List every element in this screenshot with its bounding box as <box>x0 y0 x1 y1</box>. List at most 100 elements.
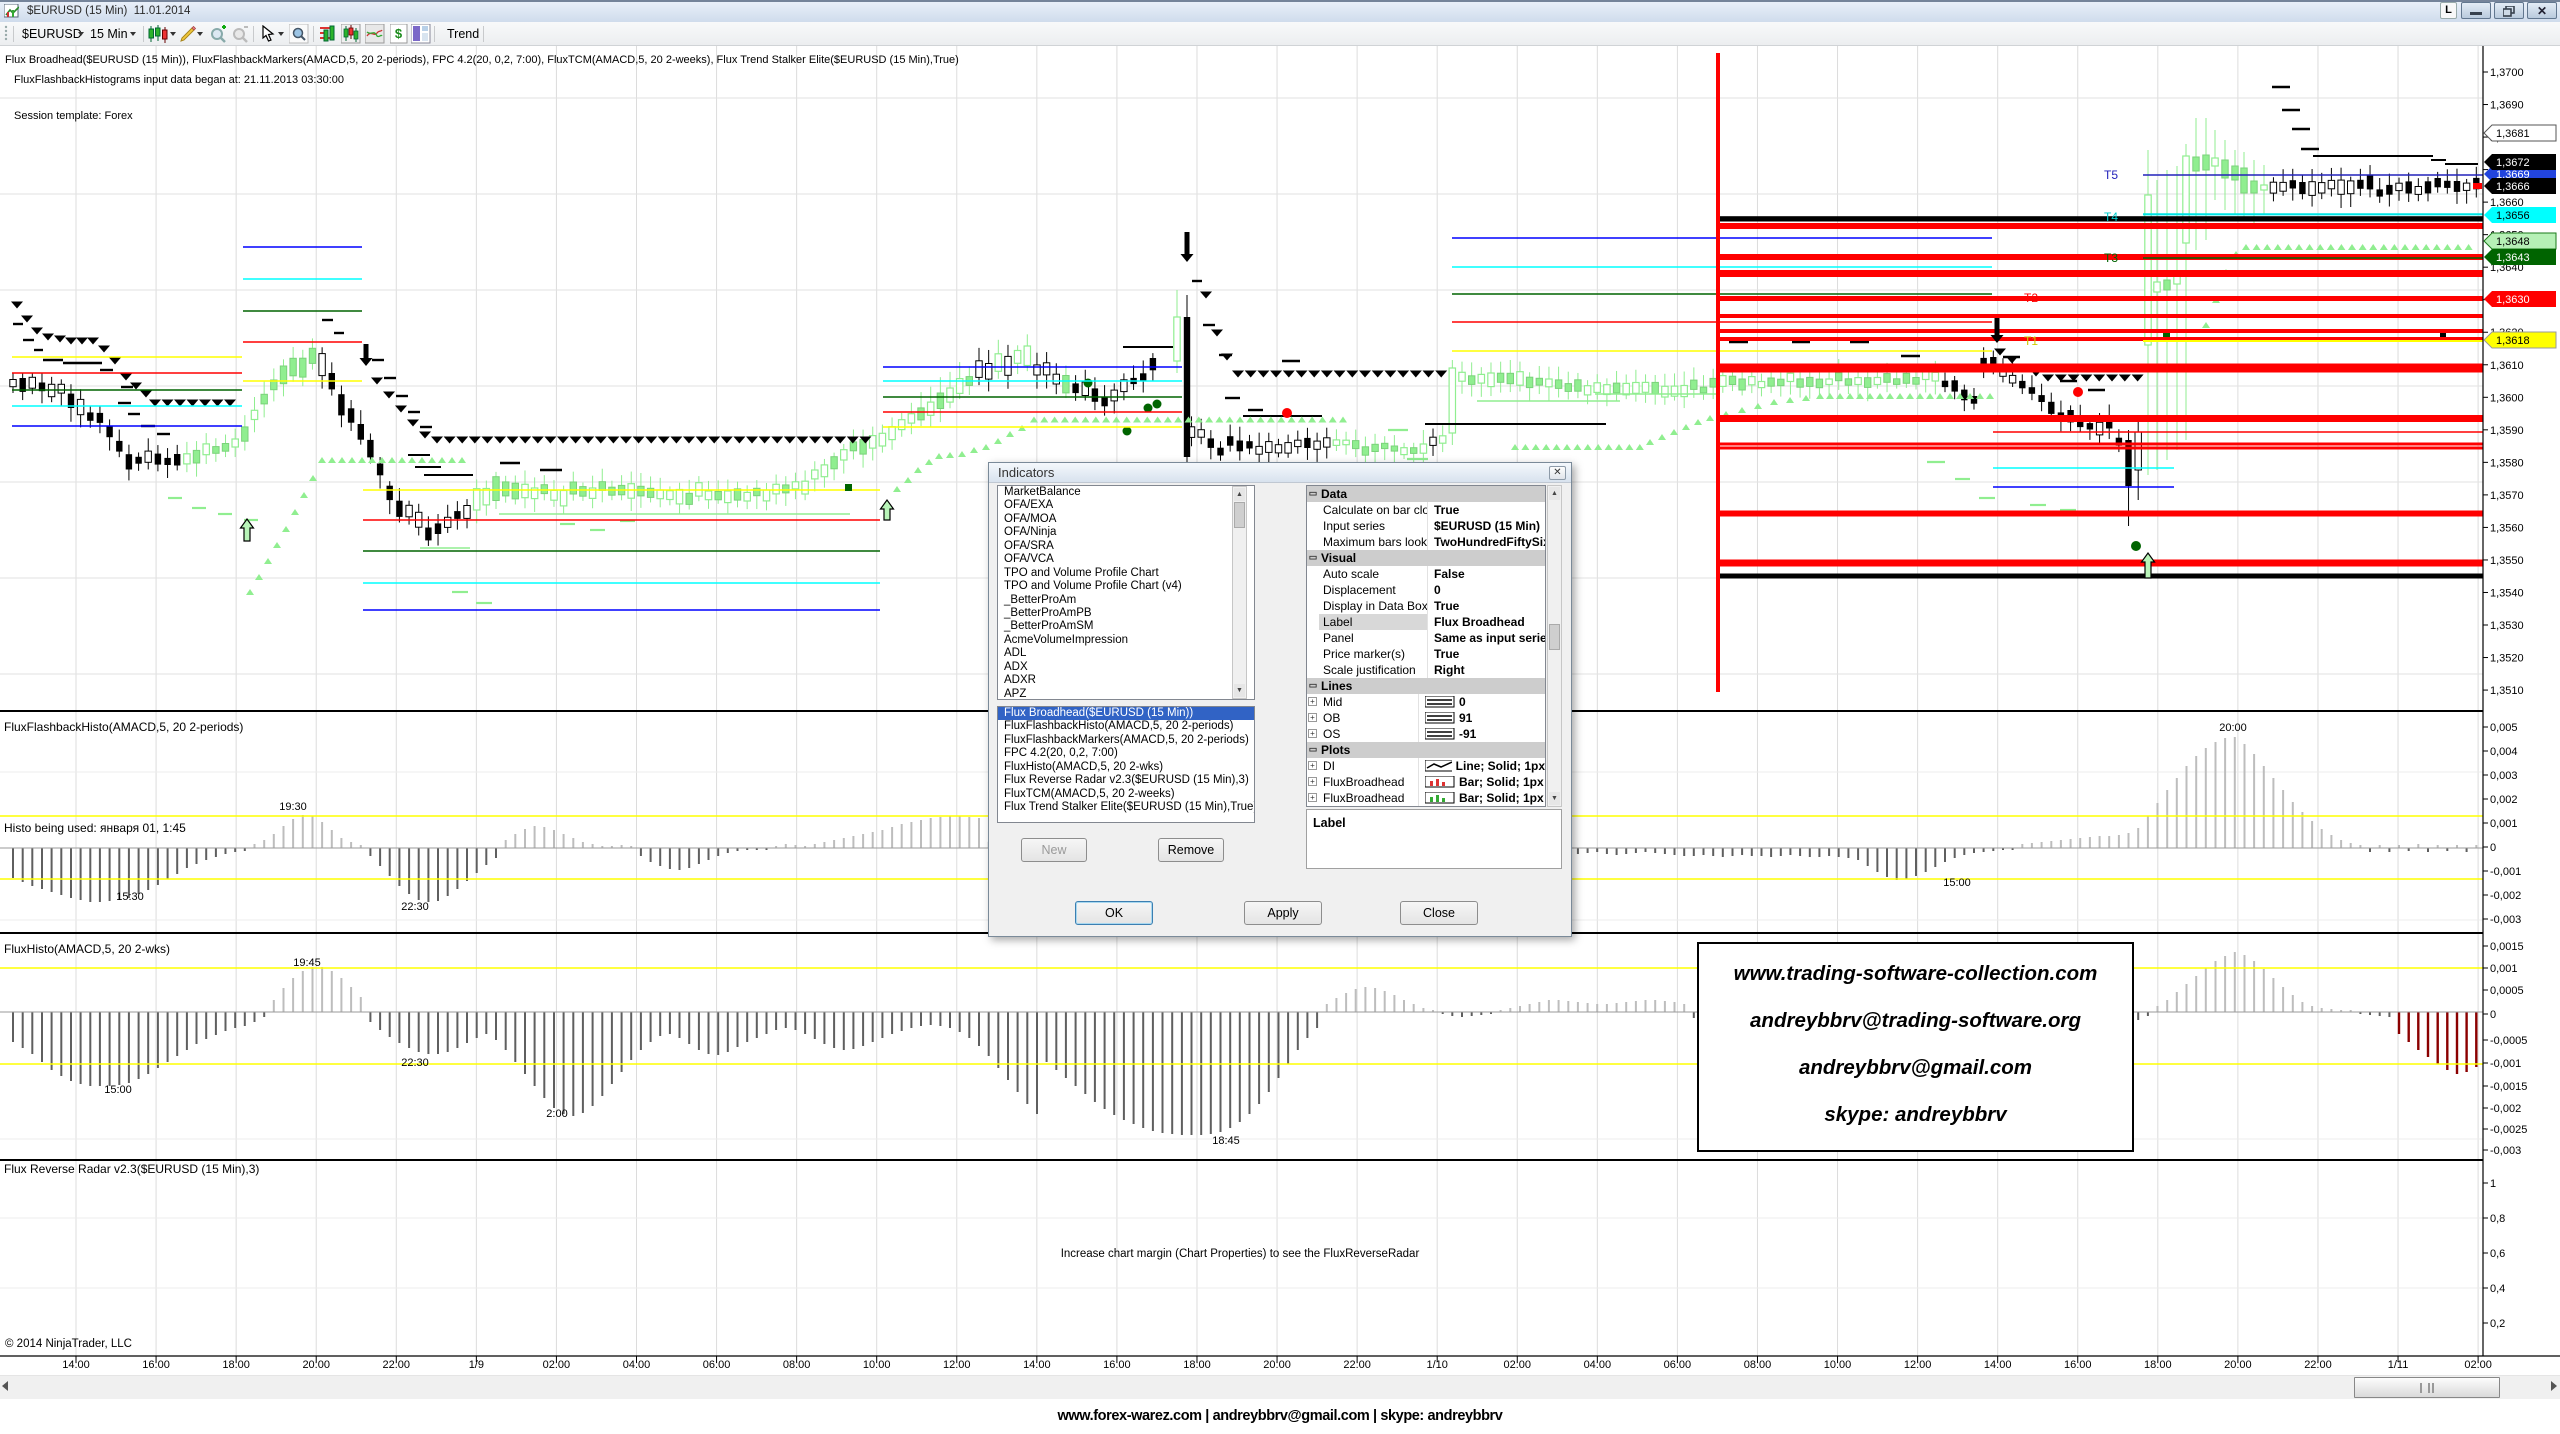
svg-text:10:00: 10:00 <box>863 1359 891 1371</box>
svg-text:-0,002: -0,002 <box>2490 890 2521 902</box>
svg-text:18:45: 18:45 <box>1212 1135 1240 1147</box>
svg-text:08:00: 08:00 <box>1744 1359 1772 1371</box>
svg-text:Flux Broadhead($EURUSD (15 Min: Flux Broadhead($EURUSD (15 Min)), FluxFl… <box>5 54 959 66</box>
svg-text:02:00: 02:00 <box>543 1359 571 1371</box>
svg-text:T4: T4 <box>2104 210 2118 224</box>
svg-text:1,3666: 1,3666 <box>2496 181 2530 193</box>
svg-text:2:00: 2:00 <box>546 1108 567 1120</box>
svg-text:1/10: 1/10 <box>1426 1359 1447 1371</box>
svg-text:1,3570: 1,3570 <box>2490 490 2524 502</box>
svg-text:T2: T2 <box>2024 291 2038 305</box>
svg-text:18:00: 18:00 <box>2144 1359 2172 1371</box>
svg-text:FluxFlashbackHistograms input: FluxFlashbackHistograms input data began… <box>14 74 344 86</box>
svg-text:1,3630: 1,3630 <box>2496 294 2530 306</box>
svg-text:1,3648: 1,3648 <box>2496 236 2530 248</box>
svg-text:18:00: 18:00 <box>1183 1359 1211 1371</box>
svg-text:1,3700: 1,3700 <box>2490 67 2524 79</box>
svg-text:T5: T5 <box>2104 168 2118 182</box>
svg-text:1/9: 1/9 <box>469 1359 484 1371</box>
svg-text:16:00: 16:00 <box>2064 1359 2092 1371</box>
svg-text:02:00: 02:00 <box>1503 1359 1531 1371</box>
svg-text:20:00: 20:00 <box>302 1359 330 1371</box>
svg-text:06:00: 06:00 <box>703 1359 731 1371</box>
svg-text:0: 0 <box>2490 842 2496 854</box>
svg-text:-0,001: -0,001 <box>2490 866 2521 878</box>
svg-text:19:45: 19:45 <box>293 957 321 969</box>
svg-text:1,3656: 1,3656 <box>2496 210 2530 222</box>
svg-text:06:00: 06:00 <box>1664 1359 1692 1371</box>
svg-text:04:00: 04:00 <box>1584 1359 1612 1371</box>
svg-text:1,3600: 1,3600 <box>2490 392 2524 404</box>
svg-text:FluxHisto(AMACD,5, 20 2-wks): FluxHisto(AMACD,5, 20 2-wks) <box>4 942 170 956</box>
svg-text:0,0015: 0,0015 <box>2490 941 2524 953</box>
svg-text:16:00: 16:00 <box>1103 1359 1131 1371</box>
svg-text:1/11: 1/11 <box>2388 1359 2409 1371</box>
svg-text:20:00: 20:00 <box>2224 1359 2252 1371</box>
svg-text:-0,001: -0,001 <box>2490 1058 2521 1070</box>
svg-text:0,001: 0,001 <box>2490 818 2518 830</box>
svg-text:0,8: 0,8 <box>2490 1213 2505 1225</box>
svg-text:0,2: 0,2 <box>2490 1318 2505 1330</box>
svg-text:02:00: 02:00 <box>2464 1359 2492 1371</box>
svg-text:10:00: 10:00 <box>1824 1359 1852 1371</box>
svg-text:20:00: 20:00 <box>1263 1359 1291 1371</box>
svg-text:1,3681: 1,3681 <box>2496 128 2530 140</box>
svg-text:FluxFlashbackHisto(AMACD,5, 20: FluxFlashbackHisto(AMACD,5, 20 2-periods… <box>4 720 243 734</box>
svg-text:0,0005: 0,0005 <box>2490 985 2524 997</box>
svg-text:-0,0025: -0,0025 <box>2490 1124 2527 1136</box>
svg-text:0: 0 <box>2490 1009 2496 1021</box>
svg-text:14:00: 14:00 <box>62 1359 90 1371</box>
svg-text:15:00: 15:00 <box>104 1084 132 1096</box>
svg-text:22:00: 22:00 <box>1343 1359 1371 1371</box>
svg-text:22:30: 22:30 <box>401 1057 429 1069</box>
svg-text:1,3618: 1,3618 <box>2496 335 2530 347</box>
svg-text:Increase chart margin (Chart P: Increase chart margin (Chart Properties)… <box>1061 1248 1420 1260</box>
svg-text:22:00: 22:00 <box>383 1359 411 1371</box>
svg-text:18:00: 18:00 <box>222 1359 250 1371</box>
svg-text:19:30: 19:30 <box>279 801 307 813</box>
svg-text:0,001: 0,001 <box>2490 963 2518 975</box>
svg-text:22:30: 22:30 <box>401 901 429 913</box>
svg-text:0,005: 0,005 <box>2490 722 2518 734</box>
svg-text:0,004: 0,004 <box>2490 746 2518 758</box>
svg-text:15:00: 15:00 <box>1943 877 1971 889</box>
svg-text:© 2014 NinjaTrader, LLC: © 2014 NinjaTrader, LLC <box>5 1338 132 1350</box>
svg-text:Flux Reverse Radar v2.3($EURUS: Flux Reverse Radar v2.3($EURUSD (15 Min)… <box>4 1162 259 1176</box>
svg-text:1,3580: 1,3580 <box>2490 457 2524 469</box>
svg-text:14:00: 14:00 <box>1023 1359 1051 1371</box>
svg-text:$: $ <box>395 26 403 41</box>
svg-text:-0,0015: -0,0015 <box>2490 1081 2527 1093</box>
svg-text:14:00: 14:00 <box>1984 1359 2012 1371</box>
svg-text:-0,002: -0,002 <box>2490 1103 2521 1115</box>
svg-text:1,3690: 1,3690 <box>2490 100 2524 112</box>
svg-text:T1: T1 <box>2024 334 2038 348</box>
svg-text:1,3560: 1,3560 <box>2490 522 2524 534</box>
svg-text:-0,0005: -0,0005 <box>2490 1035 2527 1047</box>
svg-text:20:00: 20:00 <box>2219 722 2247 734</box>
svg-text:12:00: 12:00 <box>943 1359 971 1371</box>
svg-text:Session template: Forex: Session template: Forex <box>14 110 133 122</box>
svg-text:1,3672: 1,3672 <box>2496 157 2530 169</box>
svg-text:1,3520: 1,3520 <box>2490 653 2524 665</box>
svg-text:0,6: 0,6 <box>2490 1248 2505 1260</box>
svg-text:1,3590: 1,3590 <box>2490 425 2524 437</box>
svg-text:15:30: 15:30 <box>116 891 144 903</box>
svg-text:T3: T3 <box>2104 251 2118 265</box>
svg-text:0,003: 0,003 <box>2490 770 2518 782</box>
svg-text:1,3643: 1,3643 <box>2496 252 2530 264</box>
svg-text:1: 1 <box>2490 1178 2496 1190</box>
svg-text:16:00: 16:00 <box>142 1359 170 1371</box>
svg-text:1,3540: 1,3540 <box>2490 587 2524 599</box>
svg-text:0,002: 0,002 <box>2490 794 2518 806</box>
svg-text:-0,003: -0,003 <box>2490 1145 2521 1157</box>
svg-text:04:00: 04:00 <box>623 1359 651 1371</box>
svg-text:1,3550: 1,3550 <box>2490 555 2524 567</box>
svg-text:-0,003: -0,003 <box>2490 914 2521 926</box>
svg-text:1,3510: 1,3510 <box>2490 685 2524 697</box>
svg-text:0,4: 0,4 <box>2490 1283 2505 1295</box>
svg-text:08:00: 08:00 <box>783 1359 811 1371</box>
svg-text:Histo being used: января 01, 1: Histo being used: января 01, 1:45 <box>4 821 186 835</box>
svg-text:1,3610: 1,3610 <box>2490 360 2524 372</box>
svg-text:22:00: 22:00 <box>2304 1359 2332 1371</box>
svg-text:1,3530: 1,3530 <box>2490 620 2524 632</box>
